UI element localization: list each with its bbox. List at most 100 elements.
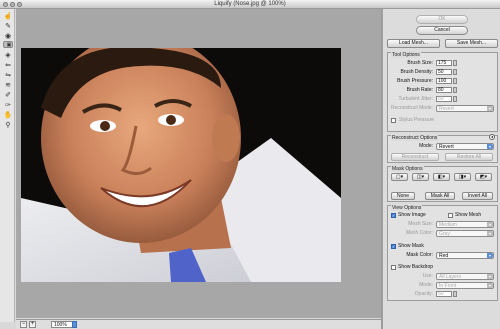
thaw-mask-tool-icon[interactable]: ✑ <box>3 101 13 110</box>
chevron-down-icon: ▾ <box>487 144 493 149</box>
mask-color-select[interactable]: Red ▾ <box>436 252 494 259</box>
push-left-tool-icon[interactable]: ⇐ <box>3 61 13 70</box>
brush-pressure-stepper[interactable] <box>453 78 457 84</box>
freeze-mask-tool-icon[interactable]: ✐ <box>3 91 13 100</box>
zoom-in-button[interactable]: + <box>29 321 36 328</box>
chevron-down-icon: ▾ <box>487 253 493 258</box>
backdrop-opacity-input[interactable]: 50 <box>436 291 452 297</box>
mask-all-button[interactable]: Mask All <box>425 192 455 200</box>
brush-size-label: Brush Size: <box>407 60 433 66</box>
cancel-button[interactable]: Cancel <box>416 26 468 35</box>
brush-pressure-input[interactable]: 100 <box>436 78 452 84</box>
show-image-checkbox[interactable]: ✓ <box>391 213 396 218</box>
turbulence-tool-icon[interactable]: ≋ <box>3 81 13 90</box>
backdrop-use-value: All Layers <box>439 274 461 280</box>
backdrop-mode-label: Mode: <box>419 282 433 288</box>
view-options-group: View Options ✓ Show Image Show Mesh Mesh… <box>387 205 498 301</box>
ok-button[interactable]: OK <box>416 15 468 24</box>
hand-tool-icon[interactable]: ✋ <box>3 111 13 120</box>
brush-rate-input[interactable]: 80 <box>436 87 452 93</box>
reconstruct-tool-icon[interactable]: ✎ <box>3 22 13 31</box>
mirror-tool-icon[interactable]: ⇋ <box>3 71 13 80</box>
invert-selection-button[interactable]: ◩▾ <box>475 173 492 181</box>
stylus-pressure-checkbox[interactable] <box>391 118 396 123</box>
replace-selection-button[interactable]: ▢▾ <box>391 173 408 181</box>
show-backdrop-label: Show Backdrop <box>398 264 434 270</box>
chevron-down-icon: ▾ <box>487 283 493 288</box>
reconstruct-mode-select[interactable]: Revert ▾ <box>436 105 494 112</box>
brush-rate-stepper[interactable] <box>453 87 457 93</box>
brush-density-label: Brush Density: <box>400 69 433 75</box>
backdrop-mode-select[interactable]: In Front ▾ <box>436 282 494 289</box>
mask-options-group: Mask Options ▢▾ ◫▾ ◧▾ ◨▾ ◩▾ None Mask Al… <box>387 166 498 202</box>
show-mask-checkbox[interactable]: ✓ <box>391 244 396 249</box>
intersect-selection-button[interactable]: ◨▾ <box>454 173 471 181</box>
reconstruct-options-title: Reconstruct Options <box>391 135 439 141</box>
portrait-photo[interactable] <box>21 48 341 282</box>
brush-pressure-row: Brush Pressure: 100 <box>388 78 496 85</box>
chevron-down-icon: ▾ <box>487 222 493 227</box>
backdrop-use-select[interactable]: All Layers ▾ <box>436 273 494 280</box>
view-options-title: View Options <box>391 205 423 211</box>
restore-all-button[interactable]: Restore All <box>445 153 493 161</box>
mesh-color-select[interactable]: Gray ▾ <box>436 230 494 237</box>
show-backdrop-row: Show Backdrop <box>388 264 496 271</box>
forward-warp-tool-icon[interactable]: ☝ <box>3 12 13 21</box>
tool-palette: ☝ ✎ ◉ ▣ ◈ ⇐ ⇋ ≋ ✐ ✑ ✋ ⚲ <box>0 9 15 322</box>
brush-size-stepper[interactable] <box>453 60 457 66</box>
show-image-label: Show Image <box>398 212 426 218</box>
brush-density-row: Brush Density: 50 <box>388 69 496 76</box>
zoom-tool-icon[interactable]: ⚲ <box>3 121 13 130</box>
zoom-level-field[interactable]: 100% <box>51 321 73 328</box>
tool-options-group: Tool Options Brush Size: 175 Brush Densi… <box>387 52 498 132</box>
backdrop-use-row: Use: All Layers ▾ <box>388 273 496 280</box>
reconstruct-mode-value: Revert <box>439 106 454 112</box>
backdrop-opacity-label: Opacity: <box>414 291 433 297</box>
show-mask-row: ✓ Show Mask <box>388 243 496 250</box>
bloat-tool-icon[interactable]: ◈ <box>3 51 13 60</box>
show-mask-label: Show Mask <box>398 243 424 249</box>
window-title: Liquify (Nose.jpg @ 100%) <box>214 1 286 7</box>
show-backdrop-checkbox[interactable] <box>391 265 396 270</box>
zoom-out-button[interactable]: − <box>20 321 27 328</box>
mask-options-title: Mask Options <box>391 166 424 172</box>
reconstruct-mode2-value: Revert <box>439 144 454 150</box>
tool-options-title: Tool Options <box>391 52 421 58</box>
show-mesh-checkbox[interactable] <box>448 213 453 218</box>
backdrop-mode-row: Mode: In Front ▾ <box>388 282 496 289</box>
subtract-selection-button[interactable]: ◧▾ <box>433 173 450 181</box>
brush-size-input[interactable]: 175 <box>436 60 452 66</box>
twirl-tool-icon[interactable]: ◉ <box>3 32 13 41</box>
brush-rate-label: Brush Rate: <box>406 87 433 93</box>
stylus-pressure-label: Stylus Pressure <box>399 117 435 123</box>
mask-none-button[interactable]: None <box>391 192 415 200</box>
mesh-size-select[interactable]: Medium ▾ <box>436 221 494 228</box>
zoom-dropdown-icon[interactable] <box>72 321 77 328</box>
collapse-arrow-icon[interactable]: ◂ <box>489 134 495 140</box>
mesh-size-label: Mesh Size: <box>408 221 433 227</box>
turbulent-jitter-row: Turbulent Jitter: 50 <box>388 96 496 103</box>
pucker-tool-icon[interactable]: ▣ <box>3 41 13 48</box>
backdrop-use-label: Use: <box>422 273 433 279</box>
brush-size-row: Brush Size: 175 <box>388 60 496 67</box>
mask-color-label: Mask Color: <box>406 252 433 258</box>
reconstruct-mode2-label: Mode: <box>419 143 433 149</box>
add-to-selection-button[interactable]: ◫▾ <box>412 173 429 181</box>
backdrop-opacity-row: Opacity: 50 <box>388 291 496 298</box>
brush-rate-row: Brush Rate: 80 <box>388 87 496 94</box>
reconstruct-mode-row: Reconstruct Mode: Revert ▾ <box>388 105 496 112</box>
load-mesh-button[interactable]: Load Mesh... <box>387 39 440 48</box>
brush-density-stepper[interactable] <box>453 69 457 75</box>
reconstruct-mode-row2: Mode: Revert ▾ <box>388 143 496 150</box>
brush-density-input[interactable]: 50 <box>436 69 452 75</box>
reconstruct-mode-label: Reconstruct Mode: <box>391 105 433 111</box>
title-bar: Liquify (Nose.jpg @ 100%) <box>0 0 500 9</box>
backdrop-opacity-stepper[interactable] <box>453 291 457 297</box>
reconstruct-button[interactable]: Reconstruct <box>391 153 439 161</box>
turbulent-jitter-stepper[interactable] <box>453 96 457 102</box>
reconstruct-mode2-select[interactable]: Revert ▾ <box>436 143 494 150</box>
save-mesh-button[interactable]: Save Mesh... <box>445 39 498 48</box>
turbulent-jitter-input[interactable]: 50 <box>436 96 452 102</box>
invert-all-button[interactable]: Invert All <box>462 192 493 200</box>
mesh-color-value: Gray <box>439 231 450 237</box>
